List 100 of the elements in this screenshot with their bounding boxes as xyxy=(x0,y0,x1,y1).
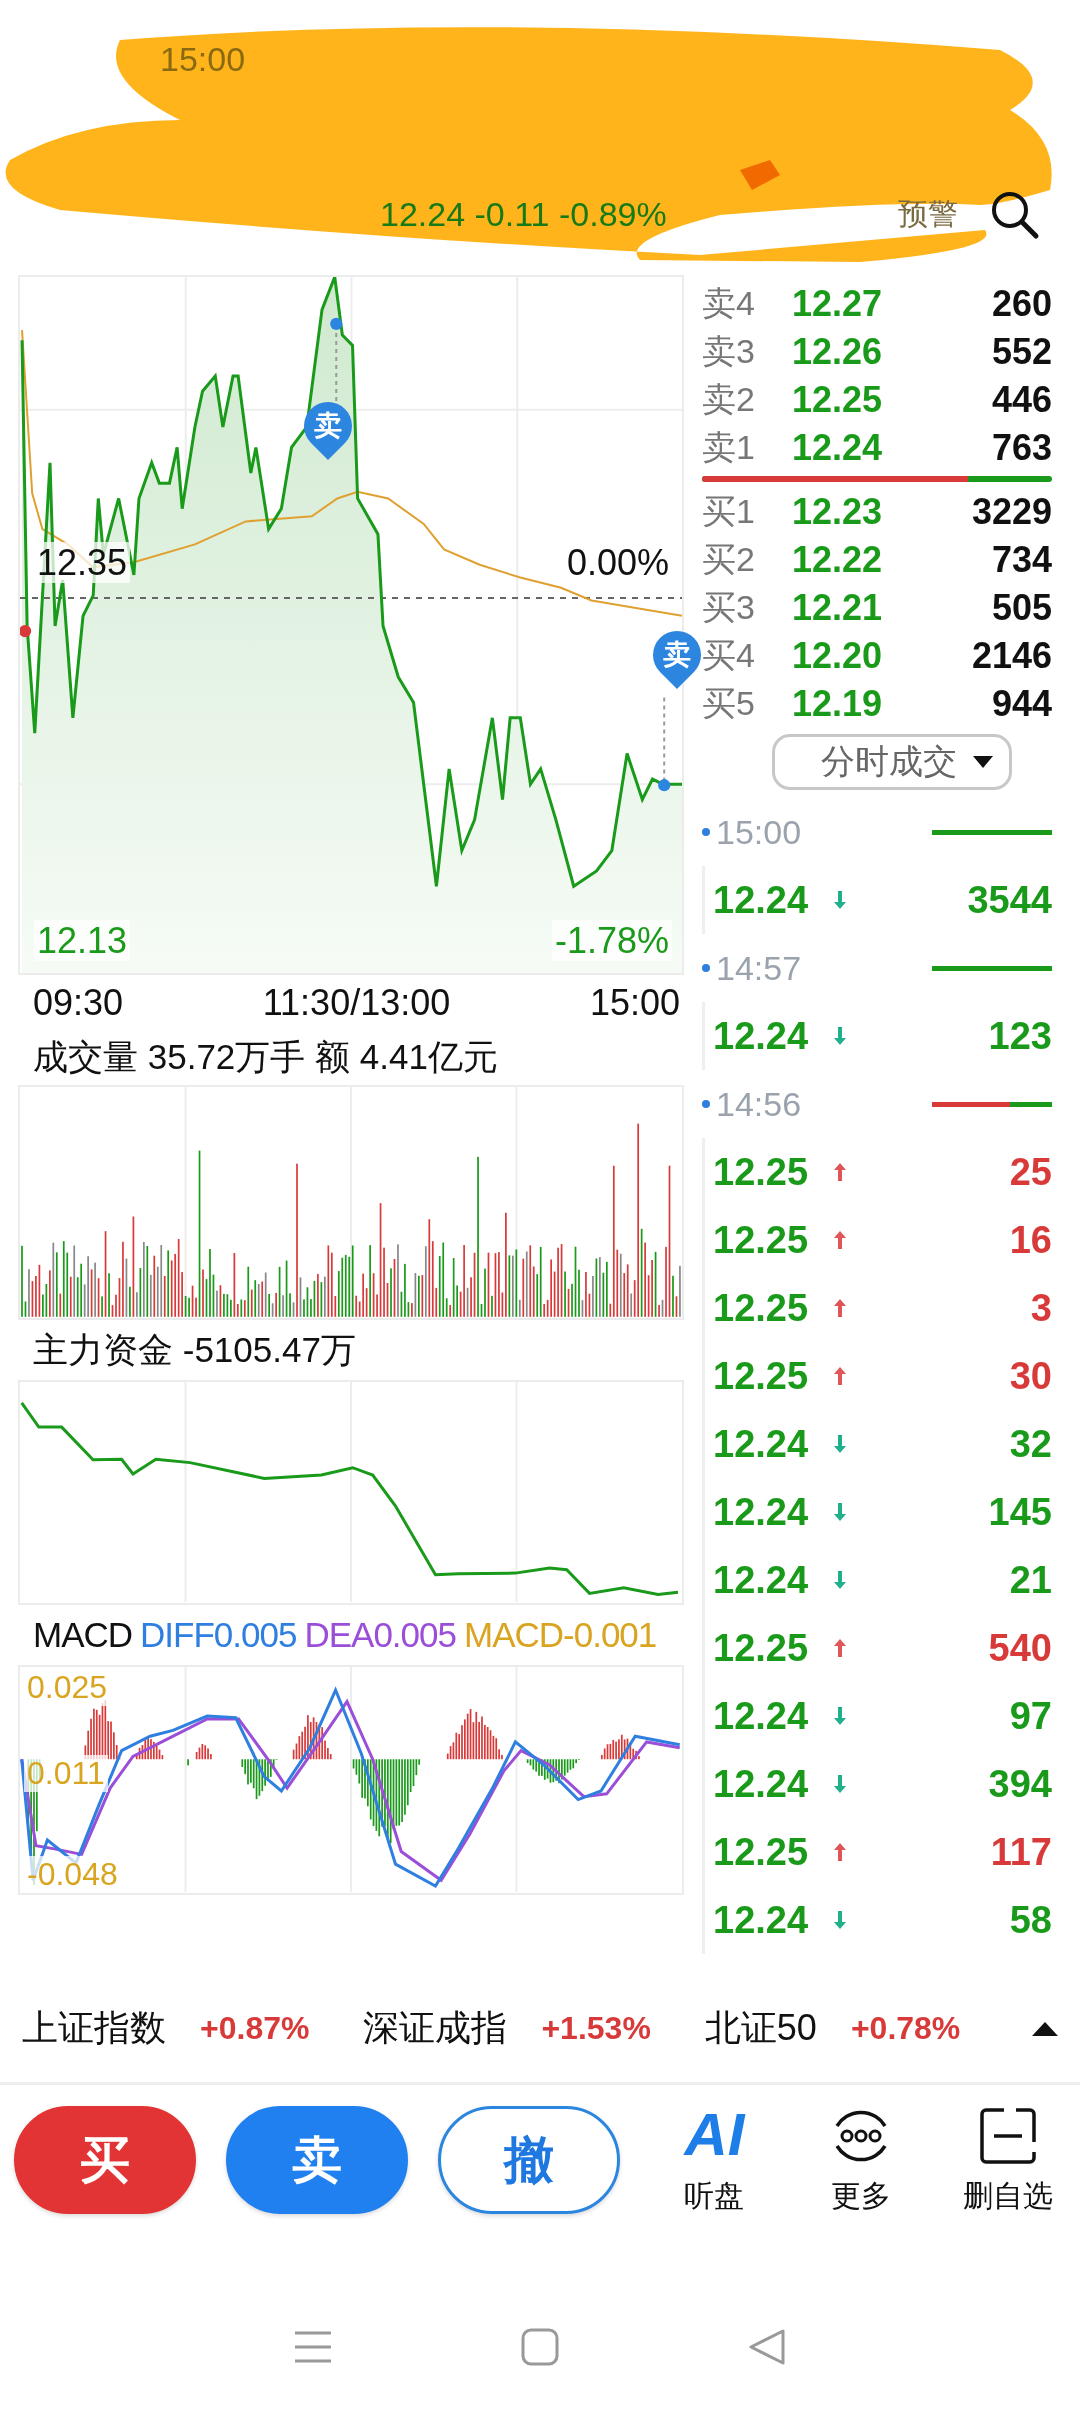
trade-volume: 3 xyxy=(1030,1286,1052,1330)
order-price: 12.19 xyxy=(792,683,884,725)
trade-volume: 540 xyxy=(988,1626,1052,1670)
order-volume: 734 xyxy=(991,539,1052,581)
remove-tool-button[interactable]: 删自选 xyxy=(949,2103,1066,2217)
trade-price: 12.24 xyxy=(713,1014,810,1058)
status-time: 15:00 xyxy=(160,40,246,79)
down-arrow-icon xyxy=(833,1502,847,1522)
index-name[interactable]: 深证成指 xyxy=(363,2004,508,2053)
trade-volume: 58 xyxy=(1009,1898,1052,1942)
trade-price: 12.24 xyxy=(713,1694,810,1738)
order-price: 12.26 xyxy=(792,331,884,373)
up-arrow-icon xyxy=(833,1162,847,1182)
caret-icon xyxy=(973,756,993,768)
trade-price: 12.24 xyxy=(713,878,810,922)
down-arrow-icon xyxy=(833,1570,847,1590)
trade-volume: 97 xyxy=(1009,1694,1052,1738)
up-arrow-icon xyxy=(833,1230,847,1250)
trade-price: 12.25 xyxy=(713,1286,810,1330)
main-fund-title: 主力资金 -5105.47万 xyxy=(33,1328,356,1371)
order-price: 12.20 xyxy=(792,635,884,677)
trade-price: 12.25 xyxy=(713,1218,810,1262)
order-price: 12.25 xyxy=(792,379,884,421)
ai-tool-button[interactable]: AI 听盘 xyxy=(656,2103,773,2217)
index-change: +0.87% xyxy=(200,2010,310,2047)
time-axis-label: 09:30 xyxy=(33,981,124,1024)
order-volume: 2146 xyxy=(971,635,1052,677)
order-level-label: 买1 xyxy=(702,491,756,532)
up-arrow-icon xyxy=(833,1842,847,1862)
order-level-label: 买4 xyxy=(702,635,756,676)
trade-price: 12.24 xyxy=(713,1898,810,1942)
cancel-button[interactable]: 撤 xyxy=(438,2106,621,2214)
trade-volume: 123 xyxy=(988,1014,1052,1058)
order-level-label: 买5 xyxy=(702,683,756,724)
stock-quote: 12.24 -0.11 -0.89% xyxy=(380,194,667,234)
more-tool-button[interactable]: 更多 xyxy=(802,2103,920,2217)
order-level-label: 卖3 xyxy=(702,331,756,372)
down-arrow-icon xyxy=(833,1434,847,1454)
order-level-label: 卖4 xyxy=(702,283,756,324)
trade-time: 14:56 xyxy=(702,1084,802,1124)
order-level-label: 卖2 xyxy=(702,379,756,420)
order-volume: 446 xyxy=(991,379,1052,421)
index-name[interactable]: 上证指数 xyxy=(22,2004,166,2053)
order-level-label: 卖1 xyxy=(702,427,756,468)
macd-axis-label: 0.011 xyxy=(24,1755,108,1792)
trade-price: 12.24 xyxy=(713,1762,810,1806)
trade-price: 12.24 xyxy=(713,1558,810,1602)
order-volume: 552 xyxy=(991,331,1052,373)
up-arrow-icon xyxy=(833,1638,847,1658)
trade-view-dropdown[interactable]: 分时成交 xyxy=(772,734,1012,790)
macd-legend-item: DIFF0.005 xyxy=(140,1615,297,1655)
index-change: +1.53% xyxy=(541,2010,651,2047)
down-arrow-icon xyxy=(833,890,847,910)
trade-time: 15:00 xyxy=(702,812,802,852)
order-volume: 505 xyxy=(991,587,1052,629)
order-price: 12.27 xyxy=(792,283,884,325)
time-axis-label: 15:00 xyxy=(589,981,680,1024)
order-price: 12.23 xyxy=(792,491,884,533)
order-price: 12.24 xyxy=(792,427,884,469)
trade-price: 12.25 xyxy=(713,1150,810,1194)
trade-volume: 16 xyxy=(1009,1218,1052,1262)
order-price: 12.21 xyxy=(792,587,884,629)
ai-logo: AI xyxy=(684,2103,745,2168)
order-price: 12.22 xyxy=(792,539,884,581)
trade-price: 12.25 xyxy=(713,1626,810,1670)
home-icon[interactable] xyxy=(520,2327,560,2367)
trade-price: 12.24 xyxy=(713,1490,810,1534)
trade-price: 12.24 xyxy=(713,1422,810,1466)
order-volume: 260 xyxy=(991,283,1052,325)
sell-button[interactable]: 卖 xyxy=(226,2106,409,2214)
trade-time: 14:57 xyxy=(702,948,802,988)
expand-caret-icon[interactable] xyxy=(1032,2021,1058,2036)
order-level-label: 买2 xyxy=(702,539,756,580)
order-level-label: 买3 xyxy=(702,587,756,628)
trade-volume: 117 xyxy=(990,1830,1052,1874)
trade-price: 12.25 xyxy=(713,1354,810,1398)
order-volume: 763 xyxy=(991,427,1052,469)
trade-volume: 30 xyxy=(1009,1354,1052,1398)
trade-volume: 32 xyxy=(1009,1422,1052,1466)
down-arrow-icon xyxy=(833,1910,847,1930)
low-change: -1.78% xyxy=(551,919,672,961)
index-name[interactable]: 北证50 xyxy=(704,2004,817,2053)
down-arrow-icon xyxy=(833,1026,847,1046)
trade-volume: 3544 xyxy=(967,878,1052,922)
buy-button[interactable]: 买 xyxy=(14,2106,197,2214)
trade-volume: 145 xyxy=(988,1490,1052,1534)
down-arrow-icon xyxy=(833,1706,847,1726)
trade-price: 12.25 xyxy=(713,1830,810,1874)
volume-title: 成交量 35.72万手 额 4.41亿元 xyxy=(33,1036,498,1078)
time-axis-label: 11:30/13:00 xyxy=(262,981,451,1024)
up-arrow-icon xyxy=(833,1298,847,1318)
macd-legend-item: DEA0.005 xyxy=(304,1615,456,1655)
trade-volume: 394 xyxy=(988,1762,1052,1806)
order-volume: 3229 xyxy=(971,491,1052,533)
order-volume: 944 xyxy=(991,683,1052,725)
low-price: 12.13 xyxy=(34,919,131,961)
alert-link[interactable]: 预警 xyxy=(898,193,958,235)
macd-legend-item: MACD xyxy=(33,1615,133,1655)
trade-volume: 25 xyxy=(1009,1150,1052,1194)
macd-legend-item: MACD-0.001 xyxy=(464,1615,657,1655)
